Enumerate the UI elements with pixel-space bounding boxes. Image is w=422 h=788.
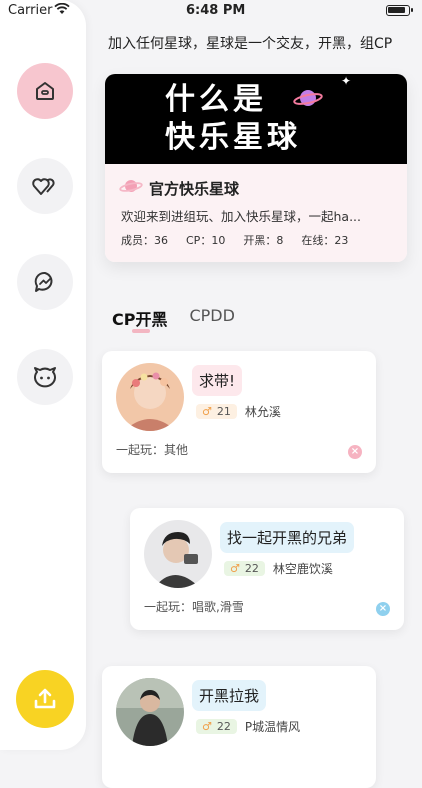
carrier-label: Carrier: [8, 3, 53, 18]
post-card[interactable]: 找一起开黑的兄弟 ♂ 22 林空鹿饮溪 一起玩：唱歌,滑雪 ×: [130, 508, 404, 630]
close-icon[interactable]: ×: [376, 602, 390, 616]
club-description: 欢迎来到进组玩、加入快乐星球，一起ha...: [121, 209, 362, 224]
sparkle-icon: ✦: [341, 74, 352, 88]
banner-line-2: 快乐星球: [165, 120, 301, 155]
hearts-icon: [32, 178, 55, 195]
upload-icon: [34, 688, 56, 709]
post-tabs: CP开黑 CPDD: [112, 306, 235, 333]
sidebar: [0, 0, 86, 750]
clock: 6:48 PM: [186, 3, 246, 18]
male-icon: ♂: [230, 562, 240, 575]
post-meta: ♂ 22 P城温情风: [196, 718, 300, 735]
stat-members: 成员：36: [121, 234, 168, 247]
post-meta: ♂ 21 林允溪: [196, 403, 281, 420]
wifi-icon: [54, 3, 70, 14]
home-icon: [36, 82, 54, 100]
close-icon[interactable]: ×: [348, 445, 362, 459]
post-meta: ♂ 22 林空鹿饮溪: [224, 560, 333, 577]
planet-icon: [119, 180, 143, 192]
post-title: 求带!: [192, 365, 243, 396]
messenger-icon: [34, 271, 53, 292]
user-name: 林允溪: [244, 405, 281, 419]
stat-online: 在线：23: [301, 234, 349, 247]
announcement-marquee: 加入任何星球，星球是一个交友，开黑，组CP: [108, 36, 393, 52]
club-card[interactable]: 什么是 快乐星球 ✦ 官方快乐星球 欢迎来到进组玩、加入快乐星球，一起ha...…: [105, 74, 407, 262]
battery-icon: [386, 5, 413, 16]
club-name: 官方快乐星球: [149, 180, 240, 198]
club-stats: 成员：36 CP：10 开黑：8 在线：23: [121, 232, 348, 248]
nav-profile-button[interactable]: [17, 349, 73, 405]
avatar[interactable]: [144, 520, 212, 588]
nav-match-button[interactable]: [17, 158, 73, 214]
avatar[interactable]: [116, 678, 184, 746]
upload-button[interactable]: [16, 670, 74, 728]
planet-icon: [293, 90, 323, 106]
nav-messages-button[interactable]: [17, 254, 73, 310]
club-banner: 什么是 快乐星球 ✦: [105, 74, 407, 164]
post-title: 找一起开黑的兄弟: [220, 522, 355, 553]
face-icon: [34, 367, 56, 388]
tab-cpdd[interactable]: CPDD: [189, 306, 234, 330]
gender-age-badge: ♂ 22: [224, 561, 265, 576]
play-activities: 一起玩：唱歌,滑雪: [144, 600, 244, 614]
gender-age-badge: ♂ 22: [196, 719, 237, 734]
post-card[interactable]: 开黑拉我 ♂ 22 P城温情风: [102, 666, 376, 788]
club-info: 官方快乐星球 欢迎来到进组玩、加入快乐星球，一起ha... 成员：36 CP：1…: [105, 164, 407, 262]
avatar[interactable]: [116, 363, 184, 431]
user-name: P城温情风: [244, 720, 301, 734]
main-content: 加入任何星球，星球是一个交友，开黑，组CP 什么是 快乐星球 ✦ 官方快乐星球 …: [90, 0, 422, 788]
tab-cp-gaming[interactable]: CP开黑: [112, 306, 167, 333]
status-bar: Carrier 6:48 PM: [0, 0, 422, 22]
play-activities: 一起玩：其他: [116, 443, 189, 457]
banner-line-1: 什么是: [165, 82, 267, 117]
male-icon: ♂: [202, 720, 212, 733]
nav-home-button[interactable]: [17, 63, 73, 119]
gender-age-badge: ♂ 21: [196, 404, 237, 419]
stat-gaming: 开黑：8: [243, 234, 284, 247]
stat-cp: CP：10: [186, 234, 226, 247]
male-icon: ♂: [202, 405, 212, 418]
user-name: 林空鹿饮溪: [272, 562, 333, 576]
post-title: 开黑拉我: [192, 680, 267, 711]
post-card[interactable]: 求带! ♂ 21 林允溪 一起玩：其他 ×: [102, 351, 376, 473]
